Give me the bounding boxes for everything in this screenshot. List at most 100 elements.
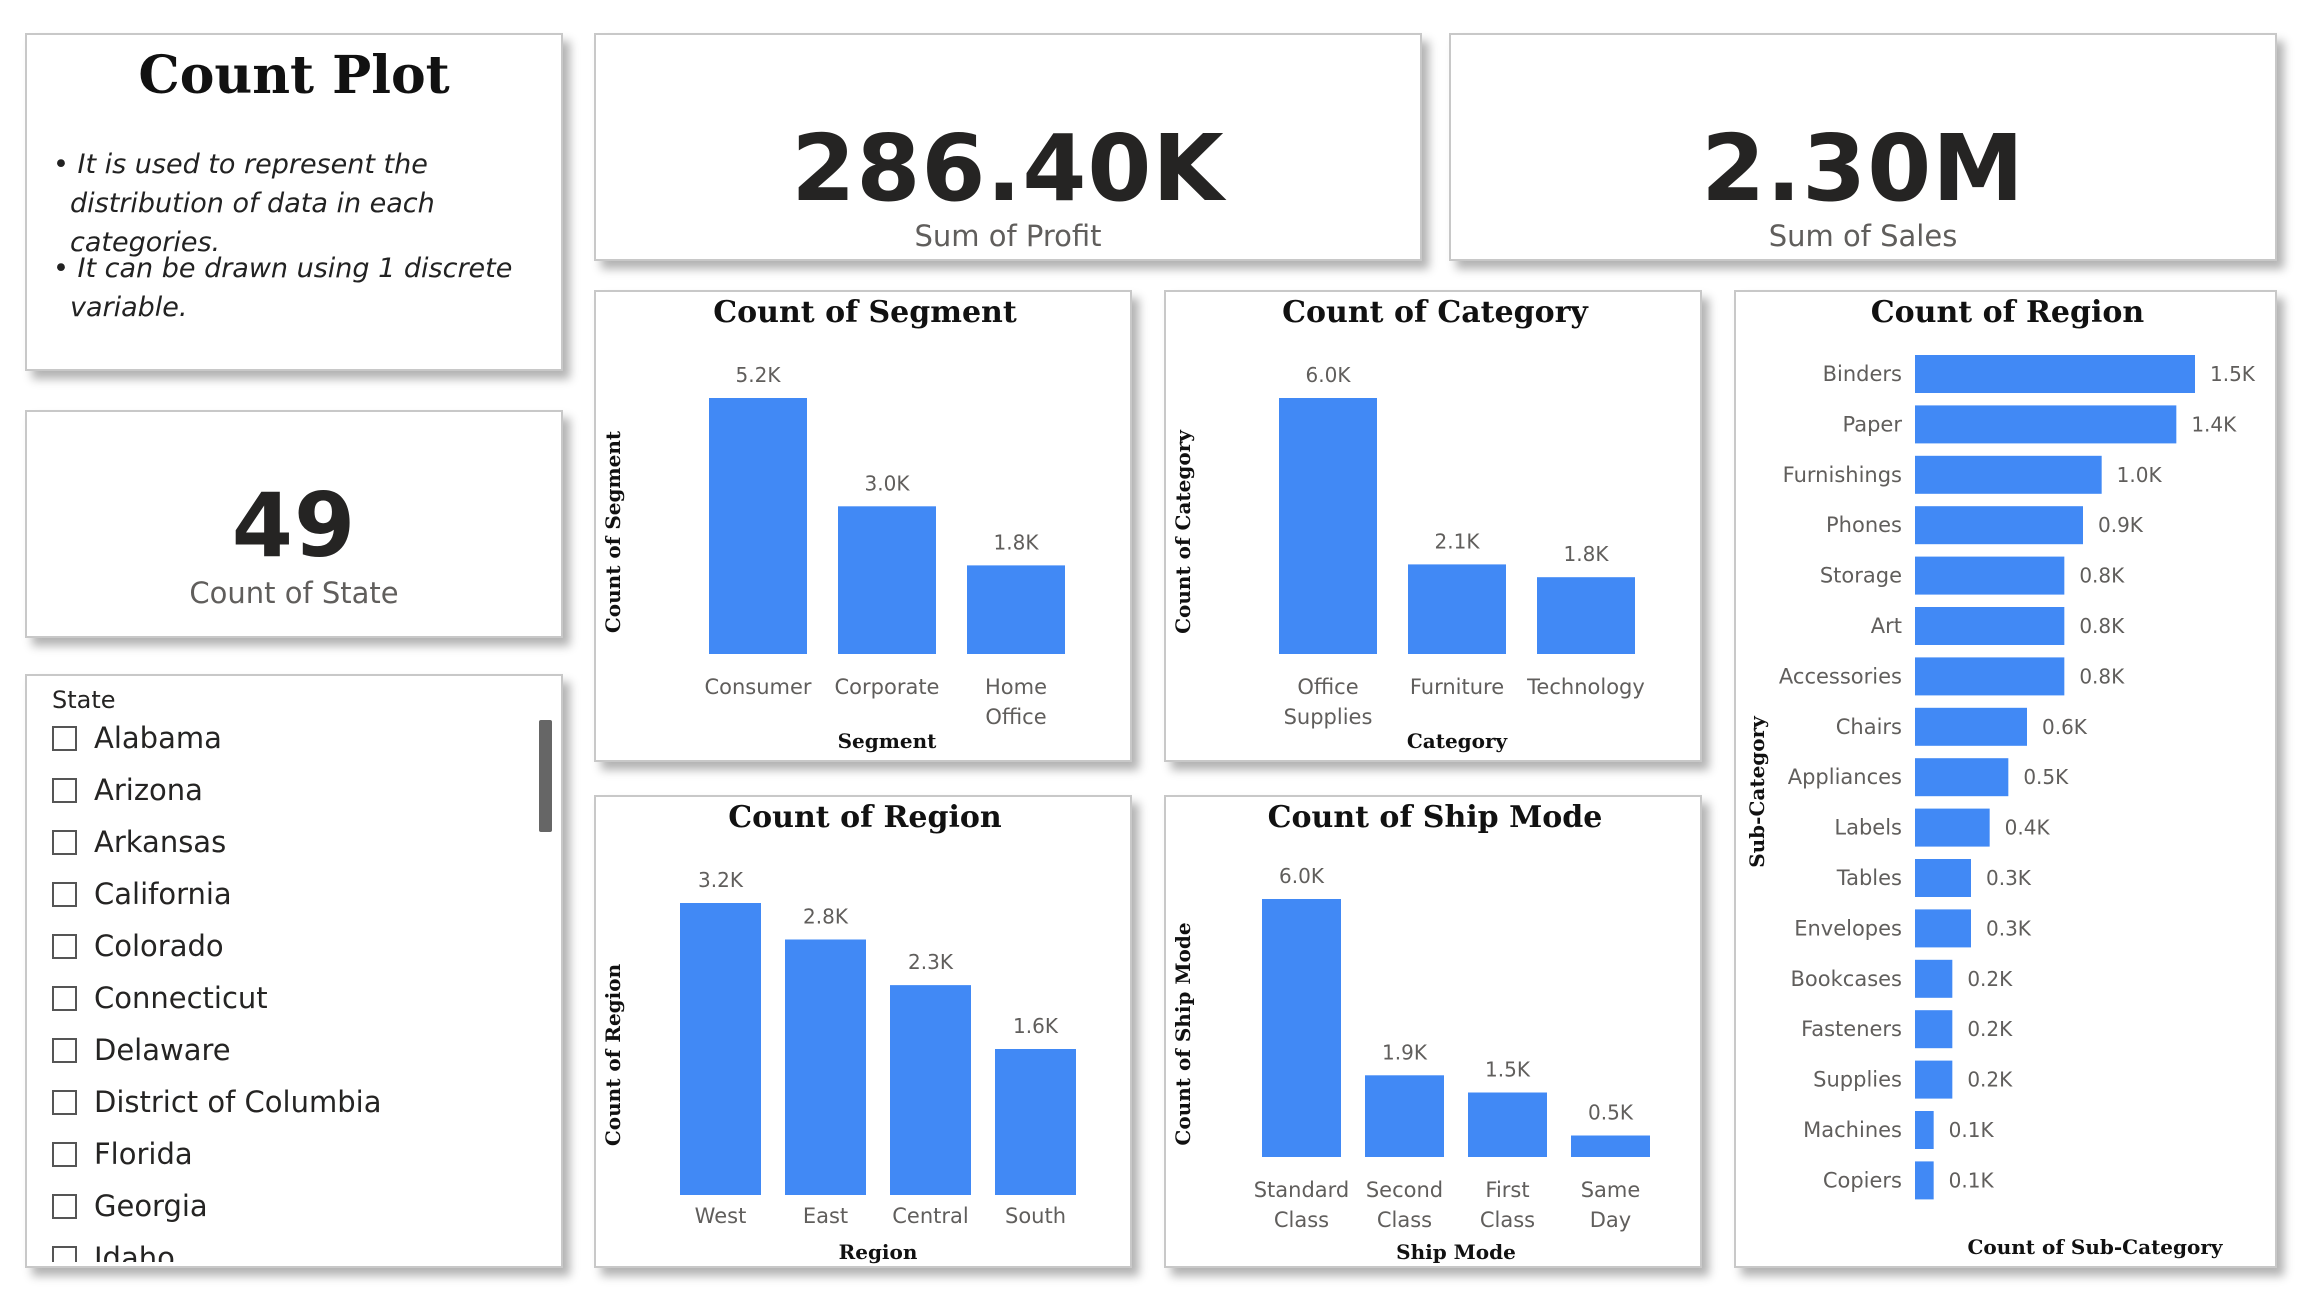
- y-tick-label: Machines: [1803, 1118, 1902, 1142]
- slicer-item[interactable]: California: [52, 874, 232, 914]
- bar: [890, 985, 971, 1195]
- kpi-value: 286.40K: [791, 115, 1225, 222]
- slicer-item[interactable]: Georgia: [52, 1186, 208, 1226]
- slicer-item[interactable]: Florida: [52, 1134, 193, 1174]
- kpi-card-state[interactable]: 49 Count of State: [25, 410, 563, 638]
- slicer-item-label: Idaho: [94, 1241, 175, 1262]
- slicer-item[interactable]: Alabama: [52, 718, 222, 758]
- x-tick-label: Same: [1581, 1178, 1641, 1202]
- data-label: 0.5K: [2023, 765, 2069, 789]
- data-label: 1.5K: [1485, 1058, 1531, 1082]
- y-tick-label: Supplies: [1813, 1068, 1902, 1092]
- y-tick-label: Furnishings: [1783, 463, 1902, 487]
- checkbox[interactable]: [52, 725, 77, 751]
- bar: [1408, 564, 1506, 654]
- bar: [1915, 607, 2065, 645]
- data-label: 0.8K: [2079, 564, 2125, 588]
- y-tick-label: Binders: [1823, 362, 1902, 386]
- data-label: 1.4K: [2191, 412, 2237, 436]
- bar: [1915, 1161, 1934, 1200]
- checkbox[interactable]: [52, 933, 77, 959]
- slicer-item[interactable]: Colorado: [52, 926, 224, 966]
- chart-subcategory: Count of Region Binders 1.5K Paper 1.4K Furni…: [1745, 295, 2256, 1259]
- x-tick-label: Class: [1274, 1208, 1329, 1232]
- y-tick-label: Labels: [1834, 816, 1902, 840]
- bar: [1915, 859, 1971, 897]
- x-tick-label: Technology: [1526, 675, 1645, 699]
- y-tick-label: Bookcases: [1791, 967, 1902, 991]
- slicer-item-label: District of Columbia: [94, 1085, 382, 1119]
- scrollbar-thumb[interactable]: [539, 720, 552, 832]
- x-axis-title: Segment: [838, 729, 938, 753]
- kpi-label: Sum of Profit: [914, 219, 1102, 253]
- bar: [1915, 1060, 1953, 1099]
- kpi-value: 2.30M: [1701, 115, 2025, 222]
- data-label: 1.8K: [1564, 542, 1610, 566]
- info-card: Count Plot • It is used to represent the…: [25, 33, 563, 371]
- data-label: 0.2K: [1967, 1017, 2013, 1041]
- data-label: 0.1K: [1949, 1118, 1995, 1142]
- data-label: 2.1K: [1435, 529, 1481, 553]
- checkbox[interactable]: [52, 1141, 77, 1167]
- y-tick-label: Storage: [1820, 564, 1902, 588]
- bar: [1915, 657, 2065, 696]
- y-tick-label: Accessories: [1779, 664, 1902, 688]
- kpi-card-sales[interactable]: 2.30M Sum of Sales: [1449, 33, 2277, 261]
- data-label: 0.9K: [2098, 513, 2144, 537]
- kpi-label: Sum of Sales: [1768, 219, 1958, 253]
- y-tick-label: Paper: [1843, 412, 1903, 436]
- bar: [1915, 355, 2195, 393]
- y-tick-label: Phones: [1826, 513, 1902, 537]
- y-tick-label: Copiers: [1823, 1168, 1902, 1192]
- bar: [1915, 909, 1971, 948]
- checkbox[interactable]: [52, 1037, 77, 1063]
- slicer-item-label: California: [94, 877, 232, 911]
- data-label: 3.0K: [865, 471, 911, 495]
- x-tick-label: Class: [1377, 1208, 1432, 1232]
- checkbox[interactable]: [52, 1193, 77, 1219]
- bar: [1915, 455, 2102, 494]
- kpi-card-profit[interactable]: 286.40K Sum of Profit: [594, 33, 1422, 261]
- x-tick-label: West: [695, 1204, 747, 1228]
- chart-card-category: Count of Category 6.0K Office Supplies 2.1K F…: [1164, 290, 1702, 762]
- checkbox[interactable]: [52, 1089, 77, 1115]
- data-label: 0.4K: [2005, 816, 2051, 840]
- bar: [709, 398, 807, 654]
- checkbox[interactable]: [52, 881, 77, 907]
- bar: [1468, 1092, 1547, 1157]
- x-axis-title: Category: [1407, 729, 1509, 753]
- slicer-item[interactable]: Idaho: [52, 1238, 175, 1262]
- slicer-item-label: Florida: [94, 1137, 193, 1171]
- slicer-item-label: Colorado: [94, 929, 224, 963]
- slicer-item[interactable]: Delaware: [52, 1030, 231, 1070]
- x-tick-label: East: [803, 1204, 848, 1228]
- info-bullet: • It can be drawn using 1 discrete varia…: [53, 253, 513, 323]
- info-bullet: • It is used to represent the distributi…: [53, 149, 435, 258]
- checkbox[interactable]: [52, 1245, 77, 1262]
- x-tick-label: Day: [1590, 1208, 1631, 1232]
- x-tick-label: Home: [985, 675, 1047, 699]
- checkbox[interactable]: [52, 777, 77, 803]
- data-label: 0.8K: [2079, 664, 2125, 688]
- slicer-item[interactable]: Arkansas: [52, 822, 226, 862]
- data-label: 0.2K: [1967, 1068, 2013, 1092]
- y-axis-title: Count of Region: [601, 963, 625, 1146]
- data-label: 6.0K: [1279, 864, 1325, 888]
- kpi-label: Count of State: [189, 576, 399, 610]
- bar: [1262, 899, 1341, 1157]
- checkbox[interactable]: [52, 985, 77, 1011]
- data-label: 0.6K: [2042, 715, 2088, 739]
- slicer-list[interactable]: Alabama Arizona Arkansas California Colo…: [52, 718, 532, 1262]
- y-tick-label: Fasteners: [1801, 1017, 1902, 1041]
- chart-card-subcategory: Count of Region Binders 1.5K Paper 1.4K Furni…: [1734, 290, 2277, 1268]
- checkbox[interactable]: [52, 829, 77, 855]
- data-label: 5.2K: [736, 363, 782, 387]
- slicer-item[interactable]: Connecticut: [52, 978, 268, 1018]
- bar: [680, 903, 761, 1195]
- x-tick-label: Furniture: [1410, 675, 1504, 699]
- data-label: 2.8K: [803, 905, 849, 929]
- slicer-item[interactable]: Arizona: [52, 770, 203, 810]
- y-axis-title: Sub-Category: [1745, 715, 1769, 868]
- bar: [1915, 707, 2027, 746]
- slicer-item[interactable]: District of Columbia: [52, 1082, 381, 1122]
